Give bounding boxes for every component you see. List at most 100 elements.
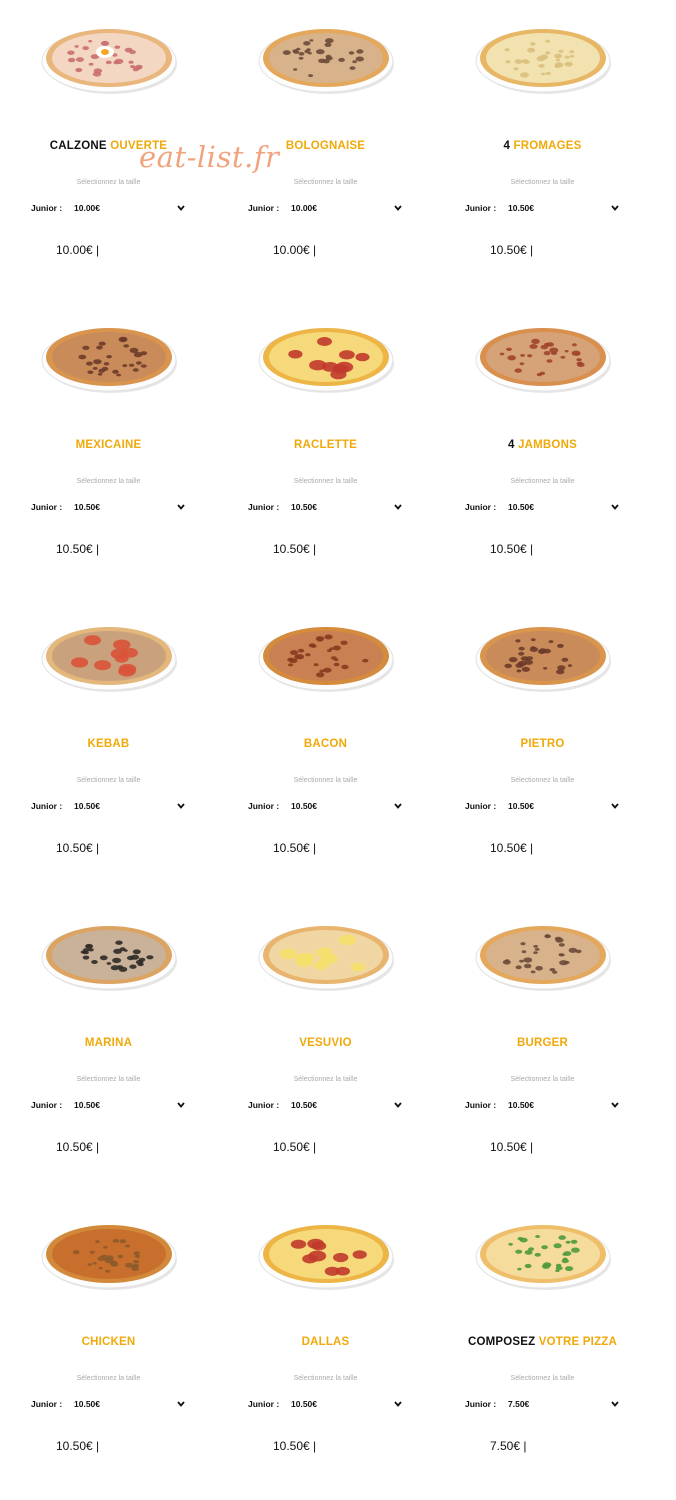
size-select[interactable]: Junior : 10.50€ — [31, 1399, 189, 1413]
pizza-image[interactable] — [475, 22, 611, 102]
pizza-title-name: FROMAGES — [513, 140, 582, 152]
pizza-title-name: MARINA — [84, 1037, 133, 1049]
pizza-image[interactable] — [258, 919, 394, 999]
pizza-title: 4 FROMAGES — [434, 140, 651, 152]
pizza-image[interactable] — [258, 321, 394, 401]
chevron-down-icon — [610, 800, 620, 812]
pizza-price: 10.00€ | — [56, 243, 100, 257]
size-select[interactable]: Junior : 10.50€ — [465, 801, 623, 815]
pizza-price: 10.50€ | — [490, 1140, 534, 1154]
size-select-price: 10.50€ — [508, 1100, 534, 1110]
pizza-image[interactable] — [475, 321, 611, 401]
size-select[interactable]: Junior : 10.50€ — [248, 502, 406, 516]
pizza-title-prefix: COMPOSEZ — [467, 1336, 536, 1348]
pizza-image[interactable] — [475, 919, 611, 999]
size-select[interactable]: Junior : 10.50€ — [248, 1100, 406, 1114]
size-hint-label: Sélectionnez la taille — [510, 478, 575, 485]
pizza-price: 10.50€ | — [273, 1439, 317, 1453]
size-select[interactable]: Junior : 10.50€ — [31, 502, 189, 516]
size-select-label: Junior : — [465, 203, 497, 213]
size-select-label: Junior : — [31, 203, 63, 213]
pizza-price: 10.50€ | — [490, 841, 534, 855]
size-select-price: 10.50€ — [508, 801, 534, 811]
size-select[interactable]: Junior : 10.50€ — [465, 1100, 623, 1114]
pizza-title-name: KEBAB — [87, 738, 130, 750]
pizza-title: 4 JAMBONS — [434, 439, 651, 451]
pizza-card-11: VESUVIO Sélectionnez la taille Junior : … — [217, 897, 434, 1196]
chevron-down-icon — [610, 1099, 620, 1111]
pizza-title-name: BACON — [303, 738, 348, 750]
size-select[interactable]: Junior : 10.50€ — [31, 801, 189, 815]
size-select[interactable]: Junior : 10.50€ — [248, 1399, 406, 1413]
chevron-down-icon — [393, 202, 403, 214]
chevron-down-icon — [610, 501, 620, 513]
size-hint-label: Sélectionnez la taille — [510, 1375, 575, 1382]
pizza-title: MARINA — [0, 1037, 217, 1049]
pizza-title: CHICKEN — [0, 1336, 217, 1348]
pizza-image[interactable] — [258, 620, 394, 700]
size-select-price: 10.50€ — [74, 1399, 100, 1409]
size-select-price: 10.50€ — [508, 203, 534, 213]
size-select[interactable]: Junior : 7.50€ — [465, 1399, 623, 1413]
pizza-title-name: MEXICAINE — [75, 439, 142, 451]
size-select-price: 10.50€ — [508, 502, 534, 512]
pizza-image[interactable] — [475, 620, 611, 700]
size-hint-label: Sélectionnez la taille — [510, 777, 575, 784]
size-select[interactable]: Junior : 10.50€ — [31, 1100, 189, 1114]
size-select[interactable]: Junior : 10.50€ — [465, 502, 623, 516]
pizza-image[interactable] — [41, 321, 177, 401]
size-select-price: 10.00€ — [291, 203, 317, 213]
pizza-price: 10.50€ | — [56, 1439, 100, 1453]
pizza-image[interactable] — [41, 22, 177, 102]
pizza-image[interactable] — [258, 1218, 394, 1298]
size-hint-label: Sélectionnez la taille — [76, 478, 141, 485]
chevron-down-icon — [176, 501, 186, 513]
size-select-price: 7.50€ — [508, 1399, 530, 1409]
size-hint-label: Sélectionnez la taille — [76, 1375, 141, 1382]
pizza-title: COMPOSEZ VOTRE PIZZA — [434, 1336, 651, 1348]
chevron-down-icon — [610, 202, 620, 214]
size-select-price: 10.50€ — [291, 801, 317, 811]
size-hint-label: Sélectionnez la taille — [293, 1375, 358, 1382]
pizza-title-name: OUVERTE — [110, 140, 168, 152]
pizza-image[interactable] — [258, 22, 394, 102]
size-hint-label: Sélectionnez la taille — [293, 478, 358, 485]
size-select[interactable]: Junior : 10.00€ — [248, 203, 406, 217]
pizza-title: MEXICAINE — [0, 439, 217, 451]
pizza-title-name: RACLETTE — [294, 439, 357, 451]
pizza-price: 10.50€ | — [273, 841, 317, 855]
size-select[interactable]: Junior : 10.50€ — [465, 203, 623, 217]
pizza-price: 10.50€ | — [273, 542, 317, 556]
size-hint-label: Sélectionnez la taille — [510, 1076, 575, 1083]
size-select-label: Junior : — [31, 801, 63, 811]
size-hint-label: Sélectionnez la taille — [76, 1076, 141, 1083]
pizza-title: CALZONE OUVERTE — [0, 140, 217, 152]
size-hint-label: Sélectionnez la taille — [76, 179, 141, 186]
pizza-image[interactable] — [41, 1218, 177, 1298]
size-select-price: 10.50€ — [291, 502, 317, 512]
pizza-title-name: BURGER — [516, 1037, 569, 1049]
size-select[interactable]: Junior : 10.50€ — [248, 801, 406, 815]
size-hint-label: Sélectionnez la taille — [510, 179, 575, 186]
pizza-card-6: 4 JAMBONS Sélectionnez la taille Junior … — [434, 299, 651, 598]
pizza-card-5: RACLETTE Sélectionnez la taille Junior :… — [217, 299, 434, 598]
pizza-price: 7.50€ | — [490, 1439, 527, 1453]
pizza-title-name: CHICKEN — [81, 1336, 136, 1348]
chevron-down-icon — [176, 800, 186, 812]
pizza-price: 10.50€ | — [273, 1140, 317, 1154]
pizza-image[interactable] — [475, 1218, 611, 1298]
pizza-card-1: CALZONE OUVERTE Sélectionnez la taille J… — [0, 0, 217, 299]
pizza-price: 10.50€ | — [56, 542, 100, 556]
pizza-title: BACON — [217, 738, 434, 750]
pizza-image[interactable] — [41, 919, 177, 999]
pizza-title-prefix: CALZONE — [49, 140, 107, 152]
pizza-card-3: 4 FROMAGES Sélectionnez la taille Junior… — [434, 0, 651, 299]
size-select-label: Junior : — [31, 1100, 63, 1110]
size-select[interactable]: Junior : 10.00€ — [31, 203, 189, 217]
size-select-price: 10.50€ — [74, 1100, 100, 1110]
pizza-card-10: MARINA Sélectionnez la taille Junior : 1… — [0, 897, 217, 1196]
size-select-price: 10.50€ — [291, 1399, 317, 1409]
size-select-label: Junior : — [465, 1399, 497, 1409]
pizza-image[interactable] — [41, 620, 177, 700]
size-select-label: Junior : — [465, 801, 497, 811]
